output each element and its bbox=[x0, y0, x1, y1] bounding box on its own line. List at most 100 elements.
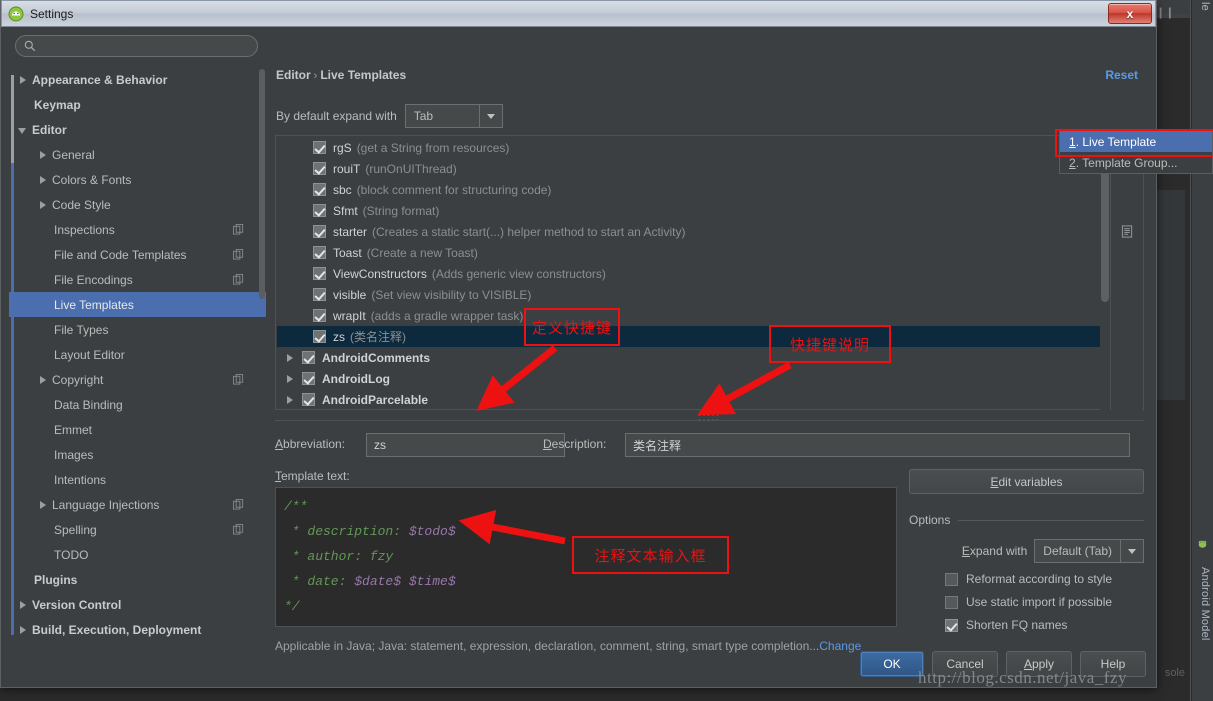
sidebar-item-images[interactable]: Images bbox=[9, 442, 266, 467]
sidebar-item-layout-editor[interactable]: Layout Editor bbox=[9, 342, 266, 367]
chevron-right-icon[interactable] bbox=[37, 374, 49, 386]
sidebar-item-live-templates[interactable]: Live Templates bbox=[9, 292, 266, 317]
template-list-row[interactable]: AndroidComments bbox=[277, 347, 1103, 368]
sidebar-item-plugins[interactable]: Plugins bbox=[9, 567, 266, 592]
chevron-right-icon[interactable] bbox=[285, 394, 296, 406]
sidebar-scrollbar[interactable] bbox=[259, 69, 265, 643]
sidebar-item-label: File Types bbox=[54, 322, 109, 337]
chevron-down-icon[interactable] bbox=[478, 105, 502, 127]
template-enabled-checkbox[interactable] bbox=[313, 141, 326, 154]
sidebar-item-language-injections[interactable]: Language Injections bbox=[9, 492, 266, 517]
template-list-row[interactable]: starter (Creates a static start(...) help… bbox=[277, 221, 1103, 242]
chevron-right-icon[interactable] bbox=[37, 149, 49, 161]
expand-with-combo[interactable]: Default (Tab) bbox=[1034, 539, 1144, 563]
chevron-right-icon[interactable] bbox=[17, 624, 29, 636]
abbreviation-input[interactable]: zs bbox=[366, 433, 565, 457]
template-list-row[interactable]: visible (Set view visibility to VISIBLE) bbox=[277, 284, 1103, 305]
reset-link[interactable]: Reset bbox=[1105, 68, 1138, 82]
description-input[interactable]: 类名注释 bbox=[625, 433, 1130, 457]
template-enabled-checkbox[interactable] bbox=[302, 393, 315, 406]
sidebar-item-code-style[interactable]: Code Style bbox=[9, 192, 266, 217]
template-list-row[interactable]: Toast (Create a new Toast) bbox=[277, 242, 1103, 263]
sidebar-item-colors-fonts[interactable]: Colors & Fonts bbox=[9, 167, 266, 192]
android-studio-icon bbox=[8, 6, 24, 22]
template-enabled-checkbox[interactable] bbox=[313, 288, 326, 301]
search-input[interactable] bbox=[42, 37, 252, 55]
template-list-row[interactable]: sbc (block comment for structuring code) bbox=[277, 179, 1103, 200]
template-enabled-checkbox[interactable] bbox=[313, 309, 326, 322]
edit-variables-button[interactable]: Edit variables bbox=[909, 469, 1144, 494]
template-enabled-checkbox[interactable] bbox=[313, 267, 326, 280]
sidebar-item-copyright[interactable]: Copyright bbox=[9, 367, 266, 392]
sidebar-scrollbar-thumb[interactable] bbox=[259, 69, 265, 299]
templates-scrollbar[interactable] bbox=[1100, 137, 1110, 410]
sidebar-item-data-binding[interactable]: Data Binding bbox=[9, 392, 266, 417]
chevron-right-icon[interactable] bbox=[285, 373, 296, 385]
right-tab-android-model[interactable]: Android Model bbox=[1199, 567, 1211, 641]
options-divider bbox=[958, 519, 1144, 521]
sidebar-item-file-and-code-templates[interactable]: File and Code Templates bbox=[9, 242, 266, 267]
sidebar-item-todo[interactable]: TODO bbox=[9, 542, 266, 567]
template-list-row[interactable]: wrapIt (adds a gradle wrapper task) bbox=[277, 305, 1103, 326]
dialog-body: Appearance & Behavior Keymap Editor General… bbox=[1, 27, 1156, 687]
right-tab-top-label[interactable]: le bbox=[1199, 2, 1211, 11]
sidebar-item-file-types[interactable]: File Types bbox=[9, 317, 266, 342]
template-abbreviation: rouiT bbox=[333, 161, 361, 176]
template-list-row[interactable]: AndroidLog bbox=[277, 368, 1103, 389]
sidebar-item-keymap[interactable]: Keymap bbox=[9, 92, 266, 117]
chevron-down-icon[interactable] bbox=[1120, 540, 1143, 562]
option-checkbox[interactable] bbox=[945, 572, 958, 586]
ide-right-toolbar[interactable]: le Android Model bbox=[1191, 0, 1213, 701]
breadcrumb-root[interactable]: Editor bbox=[276, 68, 311, 82]
sidebar-item-version-control[interactable]: Version Control bbox=[9, 592, 266, 617]
close-button[interactable]: x bbox=[1108, 3, 1152, 24]
settings-tree[interactable]: Appearance & Behavior Keymap Editor General… bbox=[9, 67, 266, 645]
chevron-right-icon[interactable] bbox=[285, 352, 296, 364]
template-list-row[interactable]: zs (类名注释) bbox=[277, 326, 1103, 347]
template-enabled-checkbox[interactable] bbox=[313, 183, 326, 196]
template-list-row[interactable]: AndroidParcelable bbox=[277, 389, 1103, 410]
option-checkbox-row[interactable]: Use static import if possible bbox=[909, 595, 1144, 609]
pane-splitter[interactable]: ::::: bbox=[275, 412, 1144, 422]
template-enabled-checkbox[interactable] bbox=[313, 162, 326, 175]
default-expand-combo[interactable]: Tab bbox=[404, 104, 503, 128]
template-list-row[interactable]: ViewConstructors (Adds generic view const… bbox=[277, 263, 1103, 284]
sidebar-item-intentions[interactable]: Intentions bbox=[9, 467, 266, 492]
option-checkbox-row[interactable]: Shorten FQ names bbox=[909, 618, 1144, 632]
chevron-right-icon[interactable] bbox=[17, 599, 29, 611]
template-list-row[interactable]: rgS (get a String from resources) bbox=[277, 137, 1103, 158]
template-enabled-checkbox[interactable] bbox=[302, 372, 315, 385]
chevron-right-icon[interactable] bbox=[37, 499, 49, 511]
sidebar-item-build-execution-deployment[interactable]: Build, Execution, Deployment bbox=[9, 617, 266, 642]
template-list-row[interactable]: rouiT (runOnUIThread) bbox=[277, 158, 1103, 179]
sidebar-item-general[interactable]: General bbox=[9, 142, 266, 167]
option-checkbox[interactable] bbox=[945, 618, 958, 632]
template-enabled-checkbox[interactable] bbox=[313, 204, 326, 217]
code-line: */ bbox=[284, 594, 888, 619]
expand-with-label-rest: xpand with bbox=[969, 544, 1028, 558]
templates-list-frame: rgS (get a String from resources) rouiT (ru… bbox=[275, 135, 1144, 410]
option-checkbox[interactable] bbox=[945, 595, 958, 609]
sidebar-item-editor[interactable]: Editor bbox=[9, 117, 266, 142]
sidebar-item-file-encodings[interactable]: File Encodings bbox=[9, 267, 266, 292]
chevron-right-icon[interactable] bbox=[37, 199, 49, 211]
document-icon[interactable] bbox=[1117, 221, 1137, 241]
sidebar-item-appearance-behavior[interactable]: Appearance & Behavior bbox=[9, 67, 266, 92]
change-link[interactable]: Change bbox=[819, 639, 861, 653]
ok-button[interactable]: OK bbox=[860, 651, 924, 677]
option-checkbox-row[interactable]: Reformat according to style bbox=[909, 572, 1144, 586]
chevron-right-icon[interactable] bbox=[17, 74, 29, 86]
chevron-down-icon[interactable] bbox=[17, 124, 29, 136]
search-box[interactable] bbox=[15, 35, 258, 57]
template-list-row[interactable]: Sfmt (String format) bbox=[277, 200, 1103, 221]
template-enabled-checkbox[interactable] bbox=[313, 246, 326, 259]
templates-list[interactable]: rgS (get a String from resources) rouiT (ru… bbox=[277, 137, 1103, 410]
template-enabled-checkbox[interactable] bbox=[302, 351, 315, 364]
template-enabled-checkbox[interactable] bbox=[313, 330, 326, 343]
sidebar-item-inspections[interactable]: Inspections bbox=[9, 217, 266, 242]
template-abbreviation: starter bbox=[333, 224, 368, 239]
template-enabled-checkbox[interactable] bbox=[313, 225, 326, 238]
sidebar-item-emmet[interactable]: Emmet bbox=[9, 417, 266, 442]
sidebar-item-spelling[interactable]: Spelling bbox=[9, 517, 266, 542]
chevron-right-icon[interactable] bbox=[37, 174, 49, 186]
